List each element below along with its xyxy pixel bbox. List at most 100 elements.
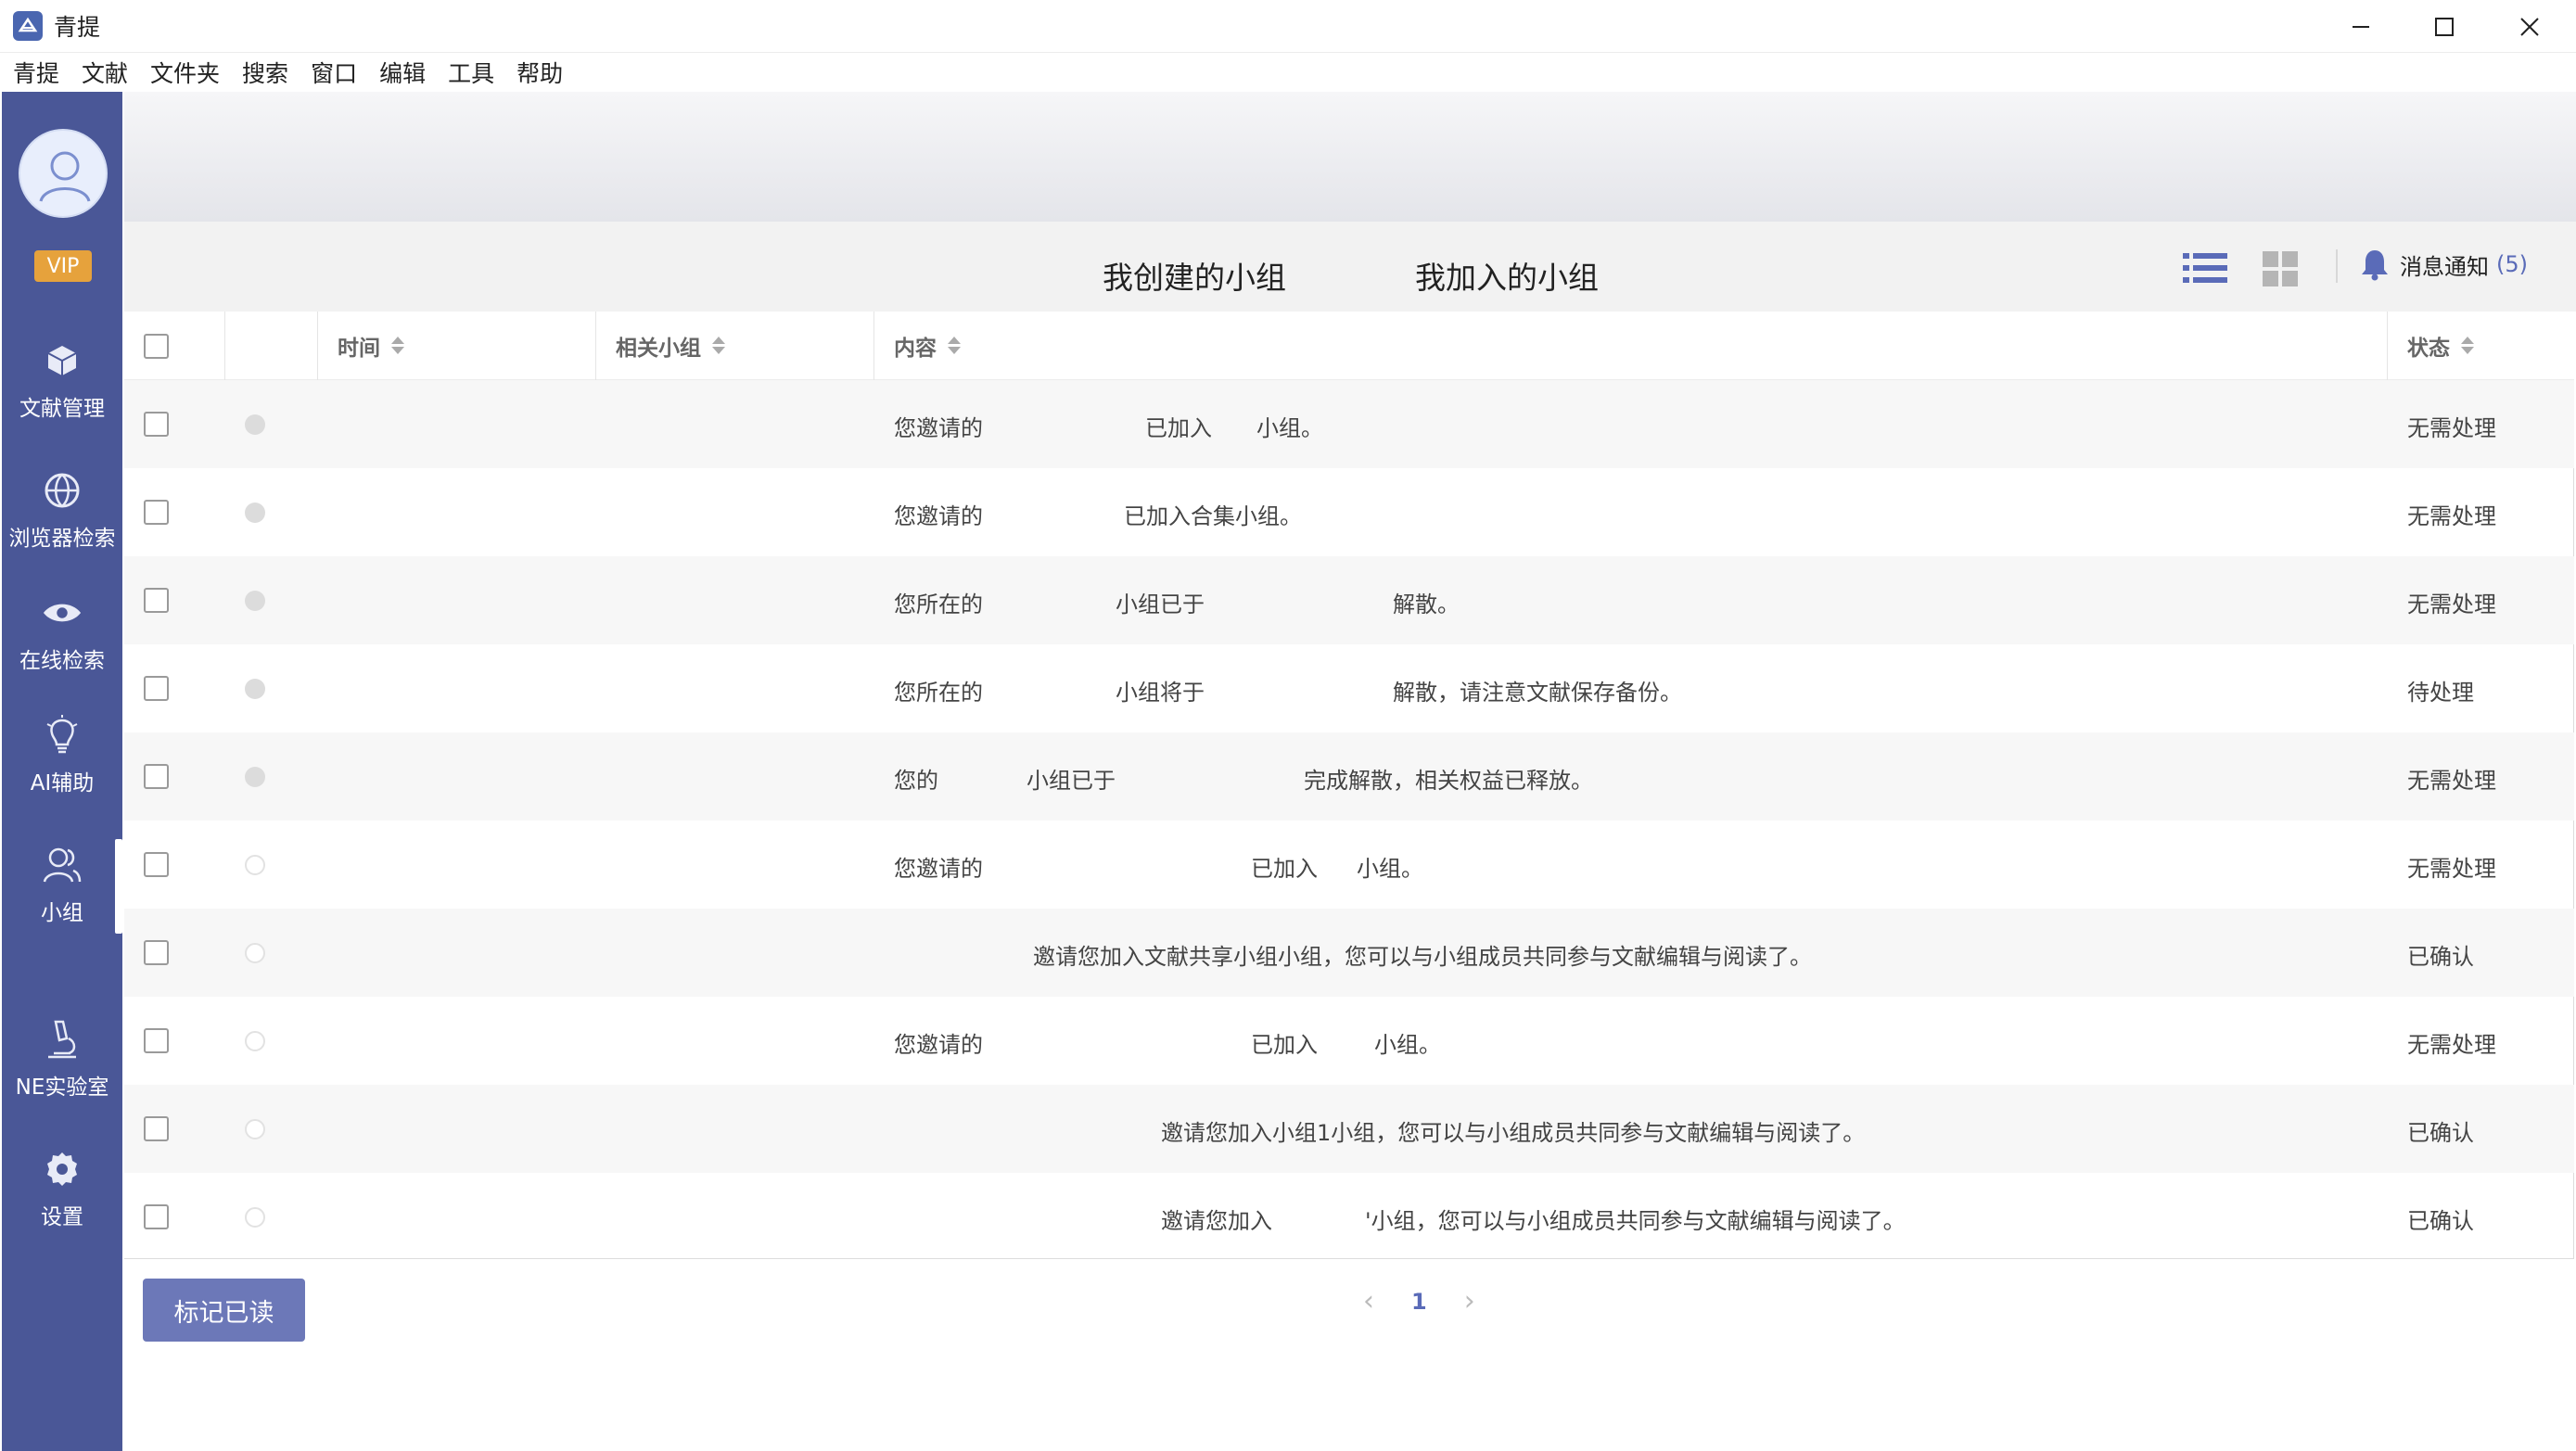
tab-joined-groups[interactable]: 我加入的小组	[1415, 253, 1599, 298]
sidebar-item-literature[interactable]: 文献管理	[2, 340, 122, 422]
row-checkbox[interactable]	[144, 852, 169, 877]
sidebar-item-browser-search[interactable]: 浏览器检索	[2, 470, 122, 552]
content-text: 小组。	[1374, 1032, 1441, 1058]
lightbulb-icon	[42, 715, 83, 756]
sidebar-item-label: 小组	[41, 901, 83, 925]
grid-view-icon[interactable]	[2263, 251, 2298, 290]
menu-literature[interactable]: 文献	[82, 56, 128, 89]
eye-icon	[42, 592, 83, 633]
menu-search[interactable]: 搜索	[242, 56, 288, 89]
sort-icon	[712, 336, 725, 356]
content-text: 解散，请注意文献保存备份。	[1393, 680, 1682, 706]
column-separator	[224, 312, 225, 380]
sidebar-item-online-search[interactable]: 在线检索	[2, 592, 122, 674]
column-header-label: 相关小组	[616, 337, 701, 361]
status-text: 无需处理	[2407, 592, 2496, 617]
active-indicator	[115, 839, 122, 934]
content-text: '小组，您可以与小组成员共同参与文献编辑与阅读了。	[1365, 1208, 1906, 1234]
page-number[interactable]: 1	[1411, 1289, 1427, 1315]
status-text: 无需处理	[2407, 503, 2496, 529]
row-checkbox[interactable]	[144, 676, 169, 701]
content-text: 您的	[894, 768, 938, 794]
read-dot	[245, 855, 265, 875]
sidebar-item-label: AI辅助	[30, 771, 95, 796]
minimize-button[interactable]	[2318, 0, 2404, 53]
table-row[interactable]: 邀请您加入 '小组，您可以与小组成员共同参与文献编辑与阅读了。 已确认	[124, 1173, 2574, 1261]
close-button[interactable]	[2487, 0, 2572, 53]
table-row[interactable]: 您邀请的 已加入 小组。 无需处理	[124, 997, 2574, 1085]
maximize-button[interactable]	[2402, 0, 2487, 53]
column-header-content[interactable]: 内容	[894, 312, 961, 380]
column-header-time[interactable]: 时间	[338, 312, 404, 380]
status-text: 无需处理	[2407, 1032, 2496, 1058]
status-text: 待处理	[2407, 680, 2474, 706]
row-checkbox[interactable]	[144, 1116, 169, 1141]
sidebar-item-label: 设置	[41, 1205, 83, 1229]
table-row[interactable]: 邀请您加入文献共享小组小组，您可以与小组成员共同参与文献编辑与阅读了。 已确认	[124, 909, 2574, 997]
tab-created-groups[interactable]: 我创建的小组	[1103, 253, 1286, 298]
sidebar-item-ne-lab[interactable]: NE实验室	[2, 1019, 122, 1101]
column-header-label: 状态	[2407, 337, 2450, 361]
table-row[interactable]: 您的 小组已于 完成解散，相关权益已释放。 无需处理	[124, 732, 2574, 821]
content-text: 已加入	[1251, 1032, 1318, 1058]
menu-help[interactable]: 帮助	[516, 56, 563, 89]
content-text: 解散。	[1393, 592, 1460, 617]
next-page-button[interactable]: ›	[1464, 1285, 1475, 1317]
row-checkbox[interactable]	[144, 764, 169, 789]
menu-qingti[interactable]: 青提	[13, 56, 59, 89]
content-text: 已加入	[1145, 415, 1212, 441]
row-checkbox[interactable]	[144, 1204, 169, 1229]
content-text: 邀请您加入文献共享小组小组，您可以与小组成员共同参与文献编辑与阅读了。	[1033, 944, 1812, 970]
row-checkbox[interactable]	[144, 412, 169, 437]
basketball-globe-icon	[42, 470, 83, 511]
column-header-label: 时间	[338, 337, 380, 361]
notifications-button[interactable]: 消息通知 (5)	[2359, 248, 2528, 281]
menu-window[interactable]: 窗口	[311, 56, 357, 89]
table-row[interactable]: 您所在的 小组将于 解散，请注意文献保存备份。 待处理	[124, 644, 2574, 732]
status-text: 无需处理	[2407, 768, 2496, 794]
avatar[interactable]	[19, 129, 108, 218]
content-text: 小组。	[1256, 415, 1323, 441]
row-checkbox[interactable]	[144, 588, 169, 613]
table-row[interactable]: 您邀请的 已加入 小组。 无需处理	[124, 380, 2574, 468]
unread-dot	[245, 679, 265, 699]
sidebar-item-groups[interactable]: 小组	[2, 845, 122, 926]
menu-edit[interactable]: 编辑	[379, 56, 426, 89]
table-row[interactable]: 邀请您加入小组1小组，您可以与小组成员共同参与文献编辑与阅读了。 已确认	[124, 1085, 2574, 1173]
content-text: 您所在的	[894, 680, 983, 706]
users-icon	[42, 845, 83, 885]
row-checkbox[interactable]	[144, 500, 169, 525]
mark-read-button[interactable]: 标记已读	[143, 1279, 305, 1342]
content-text: 小组。	[1357, 856, 1423, 882]
notifications-count: (5)	[2496, 251, 2528, 277]
content-text: 小组已于	[1116, 592, 1205, 617]
content-text: 邀请您加入小组1小组，您可以与小组成员共同参与文献编辑与阅读了。	[1161, 1120, 1866, 1146]
column-header-group[interactable]: 相关小组	[616, 312, 725, 380]
app-logo-icon	[13, 11, 43, 41]
menu-folder[interactable]: 文件夹	[150, 56, 220, 89]
content-text: 小组将于	[1116, 680, 1205, 706]
content-text: 您邀请的	[894, 503, 983, 529]
list-view-icon[interactable]	[2183, 251, 2227, 288]
table-row[interactable]: 您所在的 小组已于 解散。 无需处理	[124, 556, 2574, 644]
menu-bar: 青提 文献 文件夹 搜索 窗口 编辑 工具 帮助	[0, 53, 2576, 92]
unread-dot	[245, 414, 265, 435]
content-text: 您所在的	[894, 592, 983, 617]
row-checkbox[interactable]	[144, 1028, 169, 1053]
read-dot	[245, 943, 265, 963]
table-row[interactable]: 您邀请的 已加入合集小组。 无需处理	[124, 468, 2574, 556]
user-icon	[39, 151, 91, 202]
sidebar-item-settings[interactable]: 设置	[2, 1149, 122, 1230]
sidebar-item-label: 浏览器检索	[8, 527, 116, 551]
prev-page-button[interactable]: ‹	[1363, 1285, 1374, 1317]
select-all-checkbox[interactable]	[144, 334, 169, 359]
unread-dot	[245, 591, 265, 611]
content-text: 已加入	[1251, 856, 1318, 882]
sidebar-item-ai[interactable]: AI辅助	[2, 715, 122, 796]
row-checkbox[interactable]	[144, 940, 169, 965]
menu-tools[interactable]: 工具	[448, 56, 494, 89]
content-text: 已加入合集小组。	[1124, 503, 1302, 529]
status-text: 无需处理	[2407, 415, 2496, 441]
column-header-status[interactable]: 状态	[2407, 312, 2474, 380]
table-row[interactable]: 您邀请的 已加入 小组。 无需处理	[124, 821, 2574, 909]
